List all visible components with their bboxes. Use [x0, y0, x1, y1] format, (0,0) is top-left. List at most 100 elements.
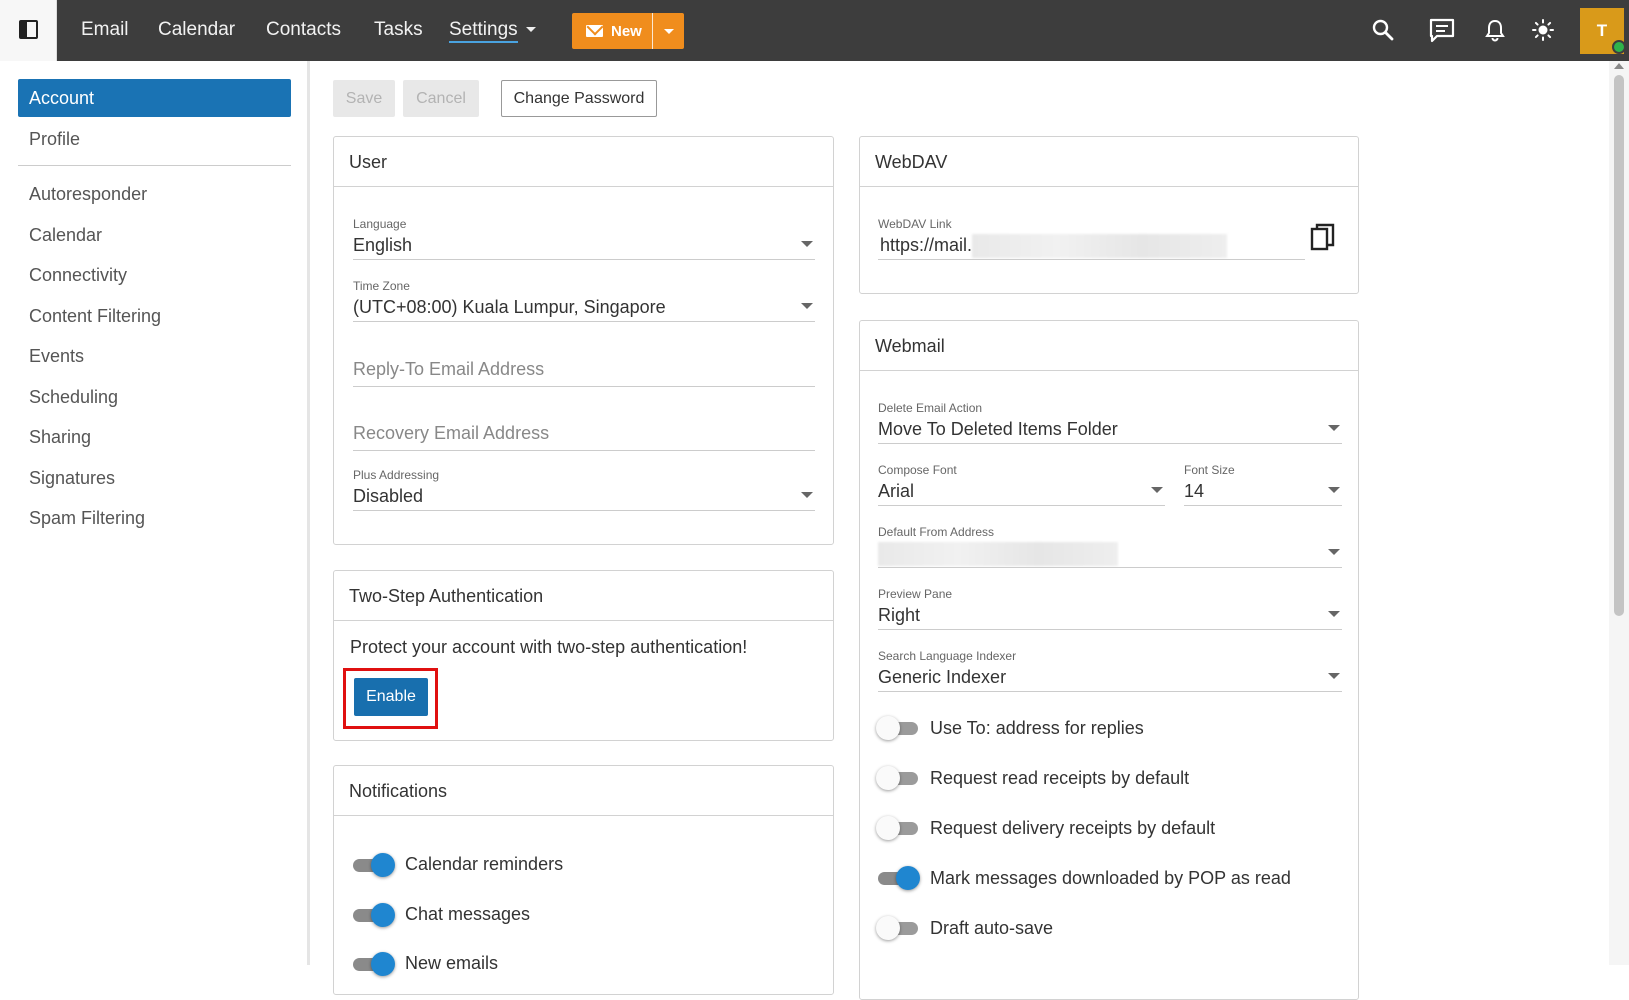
nav-email[interactable]: Email [81, 19, 129, 41]
chat-messages-label: Chat messages [405, 904, 531, 924]
page-scrollbar[interactable] [1609, 61, 1629, 965]
draft-auto-save-toggle[interactable] [876, 915, 920, 941]
two-step-card-title: Two-Step Authentication [334, 571, 833, 621]
sidebar-item-account[interactable]: Account [18, 79, 291, 117]
nav-contacts[interactable]: Contacts [266, 19, 341, 41]
reply-to-email-input[interactable]: Reply-To Email Address [353, 357, 815, 387]
recovery-email-input[interactable]: Recovery Email Address [353, 421, 815, 451]
two-step-message: Protect your account with two-step authe… [350, 637, 748, 657]
field-underline [1184, 505, 1342, 506]
delivery-receipts-toggle[interactable] [876, 815, 920, 841]
sun-icon[interactable] [1529, 16, 1557, 44]
scroll-up-arrow-icon[interactable] [1614, 63, 1624, 69]
pop-mark-read-label: Mark messages downloaded by POP as read [930, 868, 1291, 888]
webdav-card-title: WebDAV [860, 137, 1358, 187]
dropdown-caret-icon [1328, 487, 1340, 493]
pop-mark-read-toggle[interactable] [876, 865, 920, 891]
sidebar-item-autoresponder[interactable]: Autoresponder [18, 175, 291, 213]
sidebar-item-signatures[interactable]: Signatures [18, 459, 291, 497]
timezone-select[interactable]: Time Zone (UTC+08:00) Kuala Lumpur, Sing… [353, 279, 815, 322]
chat-messages-toggle[interactable] [351, 902, 395, 928]
new-emails-toggle[interactable] [351, 951, 395, 977]
dropdown-caret-icon [801, 492, 813, 498]
online-status-dot [1612, 40, 1626, 54]
plus-addressing-select[interactable]: Plus Addressing Disabled [353, 468, 815, 511]
change-password-button[interactable]: Change Password [501, 80, 657, 117]
font-size-select[interactable]: Font Size 14 [1184, 463, 1342, 506]
field-underline [878, 691, 1342, 692]
webdav-link-label: WebDAV Link [878, 217, 952, 231]
save-button[interactable]: Save [333, 80, 395, 117]
sidebar-item-spam-filtering[interactable]: Spam Filtering [18, 499, 291, 537]
dropdown-caret-icon [1328, 611, 1340, 617]
preview-pane-label: Preview Pane [878, 587, 953, 601]
webdav-link-field[interactable]: WebDAV Link https://mail. [878, 217, 1305, 260]
font-size-label: Font Size [1184, 463, 1235, 477]
new-button[interactable]: New [572, 13, 684, 49]
draft-auto-save-label: Draft auto-save [930, 918, 1054, 938]
nav-calendar[interactable]: Calendar [158, 19, 235, 41]
delivery-receipts-label: Request delivery receipts by default [930, 818, 1216, 838]
search-language-indexer-label: Search Language Indexer [878, 649, 1017, 663]
sidebar-item-connectivity[interactable]: Connectivity [18, 256, 291, 294]
field-underline [353, 321, 815, 322]
cancel-button[interactable]: Cancel [403, 80, 479, 117]
chat-icon[interactable] [1428, 16, 1456, 44]
field-underline [878, 567, 1342, 568]
delete-email-action-select[interactable]: Delete Email Action Move To Deleted Item… [878, 401, 1342, 444]
font-size-value: 14 [1184, 481, 1205, 501]
user-card: User Language English Time Zone (UTC+08:… [333, 136, 834, 545]
field-underline [878, 505, 1165, 506]
search-language-indexer-select[interactable]: Search Language Indexer Generic Indexer [878, 649, 1342, 692]
compose-font-label: Compose Font [878, 463, 957, 477]
field-underline [878, 259, 1305, 260]
sidebar-item-content-filtering[interactable]: Content Filtering [18, 297, 291, 335]
field-underline [878, 443, 1342, 444]
search-icon[interactable] [1369, 16, 1397, 44]
field-underline [353, 510, 815, 511]
new-button-main[interactable]: New [572, 13, 652, 49]
default-from-address-select[interactable]: Default From Address [878, 525, 1342, 568]
panel-toggle-area [0, 0, 57, 61]
sidebar-item-scheduling[interactable]: Scheduling [18, 378, 291, 416]
webdav-card: WebDAV WebDAV Link https://mail. [859, 136, 1359, 294]
compose-font-select[interactable]: Compose Font Arial [878, 463, 1165, 506]
language-value: English [353, 235, 413, 255]
chevron-down-icon [663, 28, 674, 34]
nav-settings-label: Settings [449, 19, 518, 43]
new-emails-label: New emails [405, 953, 499, 973]
use-to-address-toggle[interactable] [876, 715, 920, 741]
top-bar: Email Calendar Contacts Tasks Settings N… [0, 0, 1629, 61]
sidebar-item-calendar[interactable]: Calendar [18, 216, 291, 254]
sidebar-divider [18, 165, 291, 166]
redacted-text [878, 542, 1118, 567]
preview-pane-select[interactable]: Preview Pane Right [878, 587, 1342, 630]
copy-icon[interactable] [1309, 223, 1337, 253]
reply-to-placeholder: Reply-To Email Address [353, 359, 545, 379]
delete-email-action-value: Move To Deleted Items Folder [878, 419, 1118, 439]
dropdown-caret-icon [801, 303, 813, 309]
scrollbar-thumb[interactable] [1614, 75, 1624, 616]
dropdown-caret-icon [1328, 673, 1340, 679]
calendar-reminders-label: Calendar reminders [405, 854, 564, 874]
read-receipts-toggle[interactable] [876, 765, 920, 791]
nav-settings[interactable]: Settings [449, 19, 536, 43]
plus-addressing-value: Disabled [353, 486, 424, 506]
calendar-reminders-toggle[interactable] [351, 852, 395, 878]
sidebar-item-profile[interactable]: Profile [18, 120, 291, 158]
new-dropdown-button[interactable] [653, 13, 684, 49]
enable-two-step-button[interactable]: Enable [354, 678, 428, 716]
recovery-placeholder: Recovery Email Address [353, 423, 550, 443]
notifications-card: Notifications Calendar reminders Chat me… [333, 765, 834, 995]
language-select[interactable]: Language English [353, 217, 815, 260]
sidebar-item-events[interactable]: Events [18, 337, 291, 375]
nav-tasks[interactable]: Tasks [374, 19, 423, 41]
language-label: Language [353, 217, 407, 231]
sidebar-toggle-icon[interactable] [19, 20, 38, 39]
avatar[interactable]: T [1580, 8, 1626, 54]
timezone-value: (UTC+08:00) Kuala Lumpur, Singapore [353, 297, 666, 317]
delete-email-action-label: Delete Email Action [878, 401, 983, 415]
sidebar-item-sharing[interactable]: Sharing [18, 418, 291, 456]
field-underline [353, 259, 815, 260]
bell-icon[interactable] [1481, 16, 1509, 44]
